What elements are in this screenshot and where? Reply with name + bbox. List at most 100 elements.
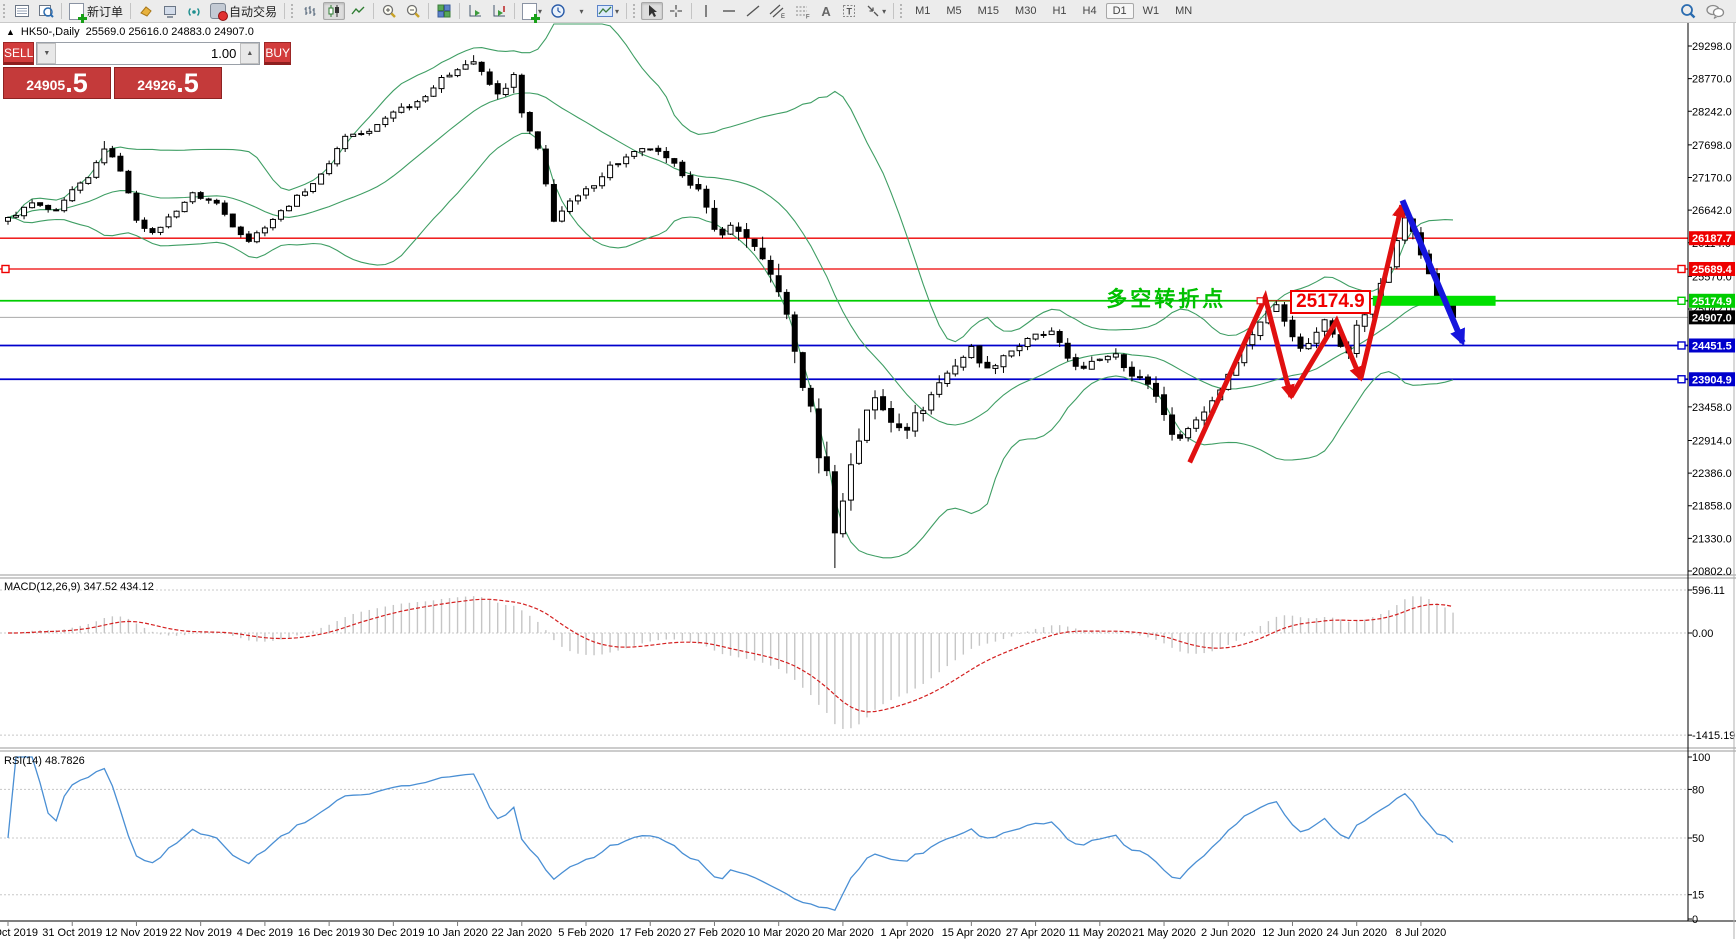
price-level-label[interactable]: 25174.9 xyxy=(1290,290,1371,314)
window-list-button[interactable] xyxy=(11,2,33,20)
price-axis-tick: 23458.0 xyxy=(1692,402,1732,414)
toolbar-separator xyxy=(373,3,375,19)
chat-button[interactable] xyxy=(1702,2,1728,20)
sell-button[interactable]: SELL xyxy=(3,42,35,65)
candlestick-chart-button[interactable] xyxy=(323,2,346,20)
auto-scroll-button[interactable] xyxy=(464,2,486,20)
text-tool-button[interactable]: A xyxy=(816,2,836,20)
svg-text:E: E xyxy=(781,14,785,19)
trendline-tool-button[interactable] xyxy=(742,2,764,20)
date-axis-label: 30 Dec 2019 xyxy=(362,927,424,939)
vertical-line-tool-button[interactable] xyxy=(696,2,716,20)
price-axis-tick: 28242.0 xyxy=(1692,106,1732,118)
toolbar-separator xyxy=(428,3,430,19)
line-chart-button[interactable] xyxy=(347,2,369,20)
sell-price-display[interactable]: 24905 .5 xyxy=(3,67,111,99)
timeframe-m30-button[interactable]: M30 xyxy=(1008,3,1043,19)
price-axis-layer: 29298.0 28770.0 28242.0 27698.0 27170.0 26642… xyxy=(1688,41,1732,578)
timeframe-m5-button[interactable]: M5 xyxy=(939,3,968,19)
line-chart-icon xyxy=(351,6,365,15)
timeframe-w1-button[interactable]: W1 xyxy=(1136,3,1167,19)
price-label-anchor-handle[interactable] xyxy=(1256,297,1264,305)
trendline-icon xyxy=(746,5,760,17)
pivot-highlight-band[interactable] xyxy=(1372,295,1496,306)
timeframe-mn-button[interactable]: MN xyxy=(1168,3,1199,19)
rsi-axis-tick: 0 xyxy=(1692,914,1698,926)
zoom-in-button[interactable] xyxy=(378,2,400,20)
equidistant-channel-tool-button[interactable]: E xyxy=(766,2,789,20)
text-label-tool-button[interactable]: T xyxy=(838,2,860,20)
volume-input[interactable] xyxy=(56,43,241,64)
turning-point-annotation[interactable]: 多空转折点 xyxy=(1106,283,1226,313)
price-axis-tick: 27698.0 xyxy=(1692,140,1732,152)
toolbar-separator xyxy=(61,3,62,19)
buy-button[interactable]: BUY xyxy=(264,42,292,65)
clock-icon xyxy=(551,4,565,18)
green-band-layer[interactable] xyxy=(1372,295,1496,306)
line-handle[interactable] xyxy=(1677,296,1686,305)
price-axis-tick: 22914.0 xyxy=(1692,435,1732,447)
line-handle[interactable] xyxy=(1677,264,1686,274)
date-axis-label: 21 May 2020 xyxy=(1132,927,1196,939)
zoom-out-button[interactable] xyxy=(402,2,424,20)
date-axis-label: 12 Jun 2020 xyxy=(1262,927,1323,939)
vertical-line-icon xyxy=(705,5,707,17)
clear-charts-button[interactable] xyxy=(135,2,157,20)
red-trend-arrow[interactable] xyxy=(1288,315,1364,399)
autotrading-button[interactable]: 自动交易 xyxy=(207,2,280,21)
indicators-icon xyxy=(522,2,541,23)
fibonacci-tool-button[interactable]: F xyxy=(791,2,814,20)
auto-scroll-icon xyxy=(469,5,482,17)
chart-canvas[interactable]: 596.11 0.00 -1415.19 100 80 50 15 0 29298.0 287… xyxy=(0,0,1736,939)
toolbar-grip xyxy=(291,4,295,18)
line-handle[interactable] xyxy=(1,264,10,274)
crosshair-tool-button[interactable] xyxy=(665,2,687,20)
price-tag-value: 24451.5 xyxy=(1692,340,1732,352)
volume-stepper: ▼ ▲ xyxy=(36,42,261,65)
rsi-line xyxy=(7,756,1454,911)
one-click-trade-panel: SELL ▼ ▲ BUY 24905 .5 24926 .5 xyxy=(3,42,292,99)
date-axis-label: 4 Dec 2019 xyxy=(237,927,293,939)
bar-chart-button[interactable] xyxy=(299,2,321,20)
date-axis-label: 15 Apr 2020 xyxy=(942,927,1001,939)
chart-shift-button[interactable] xyxy=(488,2,510,20)
trade-panel-controls: SELL ▼ ▲ BUY xyxy=(3,42,292,65)
periods-dropdown-button[interactable]: ▾ xyxy=(571,2,591,20)
line-handle[interactable] xyxy=(1677,375,1686,384)
timeframe-h4-button[interactable]: H4 xyxy=(1076,3,1104,19)
timeframe-m15-button[interactable]: M15 xyxy=(971,3,1006,19)
date-axis-label: 27 Feb 2020 xyxy=(684,927,746,939)
trade-panel-prices: 24905 .5 24926 .5 xyxy=(3,67,222,99)
cursor-tool-button[interactable] xyxy=(641,2,664,20)
volume-increase-button[interactable]: ▲ xyxy=(240,43,260,64)
volume-decrease-button[interactable]: ▼ xyxy=(37,43,57,64)
horizontal-line-icon xyxy=(723,10,736,12)
timeframe-d1-button[interactable]: D1 xyxy=(1105,3,1134,19)
blue-trend-arrow[interactable] xyxy=(1399,199,1466,347)
macd-pane-layer: 596.11 0.00 -1415.19 xyxy=(0,585,1735,742)
templates-button[interactable]: ▾ xyxy=(593,2,622,20)
toolbar-separator xyxy=(459,3,461,19)
chevron-down-icon: ▾ xyxy=(615,6,620,16)
tile-windows-button[interactable] xyxy=(433,2,455,20)
signals-button[interactable] xyxy=(183,2,205,20)
market-watch-button[interactable] xyxy=(35,2,57,20)
date-axis-label: 24 Jun 2020 xyxy=(1326,927,1387,939)
timeframe-h1-button[interactable]: H1 xyxy=(1045,3,1073,19)
periods-button[interactable] xyxy=(547,2,569,20)
new-order-button[interactable]: 新订单 xyxy=(66,2,126,23)
tile-windows-icon xyxy=(437,4,451,18)
line-handle[interactable] xyxy=(1677,341,1686,350)
buy-price-display[interactable]: 24926 .5 xyxy=(114,67,222,99)
line-handles-layer[interactable] xyxy=(1,264,1686,384)
timeframe-m1-button[interactable]: M1 xyxy=(908,3,937,19)
search-button[interactable] xyxy=(1676,2,1700,20)
collapse-arrow-icon[interactable]: ▲ xyxy=(6,27,15,37)
horizontal-line-tool-button[interactable] xyxy=(718,2,740,20)
toolbar-separator xyxy=(284,3,286,19)
expert-advisors-button[interactable] xyxy=(159,2,181,20)
svg-text:T: T xyxy=(847,7,853,17)
rsi-axis-tick: 15 xyxy=(1692,890,1704,902)
arrows-tool-button[interactable]: ▾ xyxy=(862,2,889,20)
indicators-button[interactable]: ▾ xyxy=(519,2,545,23)
